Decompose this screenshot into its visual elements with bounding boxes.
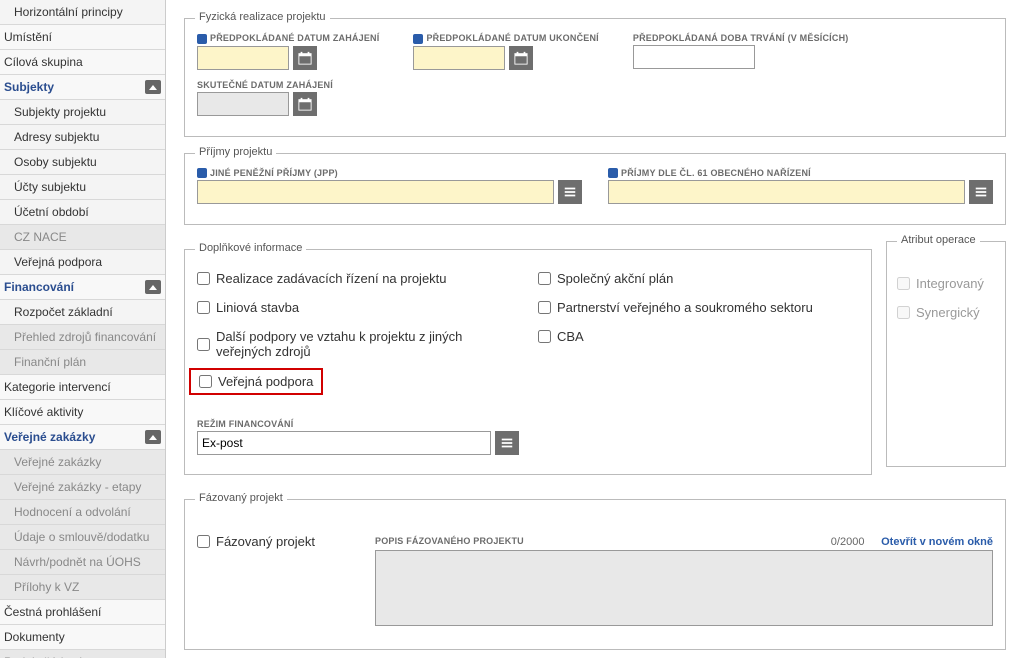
datum-zahajeni-input[interactable] [197, 46, 289, 70]
side-item[interactable]: Osoby subjektu [0, 150, 165, 175]
side-item[interactable]: Veřejné zakázky [0, 450, 165, 475]
legend: Doplňkové informace [195, 242, 306, 254]
char-counter: 0/2000 [831, 536, 865, 548]
chevron-up-icon [145, 80, 161, 94]
list-icon[interactable] [969, 180, 993, 204]
skutecne-datum-input[interactable] [197, 92, 289, 116]
legend: Fyzická realizace projektu [195, 11, 330, 23]
side-item[interactable]: CZ NACE [0, 225, 165, 250]
spolecny-plan-checkbox[interactable] [538, 272, 551, 285]
side-section-zakazky[interactable]: Veřejné zakázky [0, 425, 165, 450]
side-item[interactable]: Rozpočet základní [0, 300, 165, 325]
side-item[interactable]: Veřejné zakázky - etapy [0, 475, 165, 500]
side-item[interactable]: Čestná prohlášení [0, 600, 165, 625]
fyzicka-realizace-fieldset: Fyzická realizace projektu PŘEDPOKLÁDANÉ… [184, 18, 1006, 137]
label: POPIS FÁZOVANÉHO PROJEKTU [375, 536, 524, 546]
side-section-financovani[interactable]: Financování [0, 275, 165, 300]
verejna-podpora-highlight: Veřejná podpora [189, 368, 323, 395]
side-item[interactable]: Účty subjektu [0, 175, 165, 200]
synergicky-checkbox [897, 306, 910, 319]
side-item[interactable]: Kategorie intervencí [0, 375, 165, 400]
side-item[interactable]: Návrh/podnět na ÚOHS [0, 550, 165, 575]
doplnkove-fieldset: Doplňkové informace Realizace zadávacích… [184, 249, 872, 475]
partnerstvi-checkbox[interactable] [538, 301, 551, 314]
rezim-input[interactable] [197, 431, 491, 455]
side-item[interactable]: Cílová skupina [0, 50, 165, 75]
label: PŘÍJMY DLE ČL. 61 OBECNÉHO NAŘÍZENÍ [608, 168, 993, 179]
popis-textarea[interactable] [375, 550, 993, 626]
legend: Fázovaný projekt [195, 492, 287, 504]
doba-trvani-input[interactable] [633, 45, 755, 69]
side-item[interactable]: Účetní období [0, 200, 165, 225]
cba-checkbox[interactable] [538, 330, 551, 343]
verejna-podpora-checkbox[interactable] [199, 375, 212, 388]
side-item[interactable]: Veřejná podpora [0, 250, 165, 275]
label: JINÉ PENĚŽNÍ PŘÍJMY (JPP) [197, 168, 582, 179]
side-item[interactable]: Přílohy k VZ [0, 575, 165, 600]
dalsi-podpory-checkbox[interactable] [197, 338, 210, 351]
main-content: Fyzická realizace projektu PŘEDPOKLÁDANÉ… [166, 0, 1024, 658]
calendar-icon[interactable] [509, 46, 533, 70]
prijmy-fieldset: Příjmy projektu JINÉ PENĚŽNÍ PŘÍJMY (JPP… [184, 153, 1006, 226]
cl61-input[interactable] [608, 180, 965, 204]
legend: Atribut operace [897, 234, 980, 246]
fazovany-fieldset: Fázovaný projekt Fázovaný projekt POPIS … [184, 499, 1006, 650]
side-item[interactable]: Podpis žádosti [0, 650, 165, 658]
integrovany-checkbox [897, 277, 910, 290]
side-item[interactable]: Klíčové aktivity [0, 400, 165, 425]
realizace-checkbox[interactable] [197, 272, 210, 285]
chevron-up-icon [145, 430, 161, 444]
liniova-checkbox[interactable] [197, 301, 210, 314]
jpp-input[interactable] [197, 180, 554, 204]
calendar-icon[interactable] [293, 46, 317, 70]
side-item[interactable]: Finanční plán [0, 350, 165, 375]
label: SKUTEČNÉ DATUM ZAHÁJENÍ [197, 80, 333, 90]
open-new-window-link[interactable]: Otevřít v novém okně [881, 536, 993, 548]
side-item[interactable]: Adresy subjektu [0, 125, 165, 150]
side-item[interactable]: Umístění [0, 25, 165, 50]
chevron-up-icon [145, 280, 161, 294]
label: PŘEDPOKLÁDANÉ DATUM ZAHÁJENÍ [197, 33, 379, 44]
side-item[interactable]: Přehled zdrojů financování [0, 325, 165, 350]
label: PŘEDPOKLÁDANÉ DATUM UKONČENÍ [413, 33, 598, 44]
side-item[interactable]: Horizontální principy [0, 0, 165, 25]
side-item[interactable]: Hodnocení a odvolání [0, 500, 165, 525]
list-icon[interactable] [495, 431, 519, 455]
calendar-icon[interactable] [293, 92, 317, 116]
datum-ukonceni-input[interactable] [413, 46, 505, 70]
side-section-subjekty[interactable]: Subjekty [0, 75, 165, 100]
sidebar: Horizontální principy Umístění Cílová sk… [0, 0, 166, 658]
label: REŽIM FINANCOVÁNÍ [197, 419, 859, 429]
side-item[interactable]: Údaje o smlouvě/dodatku [0, 525, 165, 550]
list-icon[interactable] [558, 180, 582, 204]
side-item[interactable]: Subjekty projektu [0, 100, 165, 125]
fazovany-checkbox[interactable] [197, 535, 210, 548]
label: PŘEDPOKLÁDANÁ DOBA TRVÁNÍ (V MĚSÍCÍCH) [633, 33, 849, 43]
side-item[interactable]: Dokumenty [0, 625, 165, 650]
legend: Příjmy projektu [195, 146, 276, 158]
atribut-fieldset: Atribut operace Integrovaný Synergický [886, 241, 1006, 467]
